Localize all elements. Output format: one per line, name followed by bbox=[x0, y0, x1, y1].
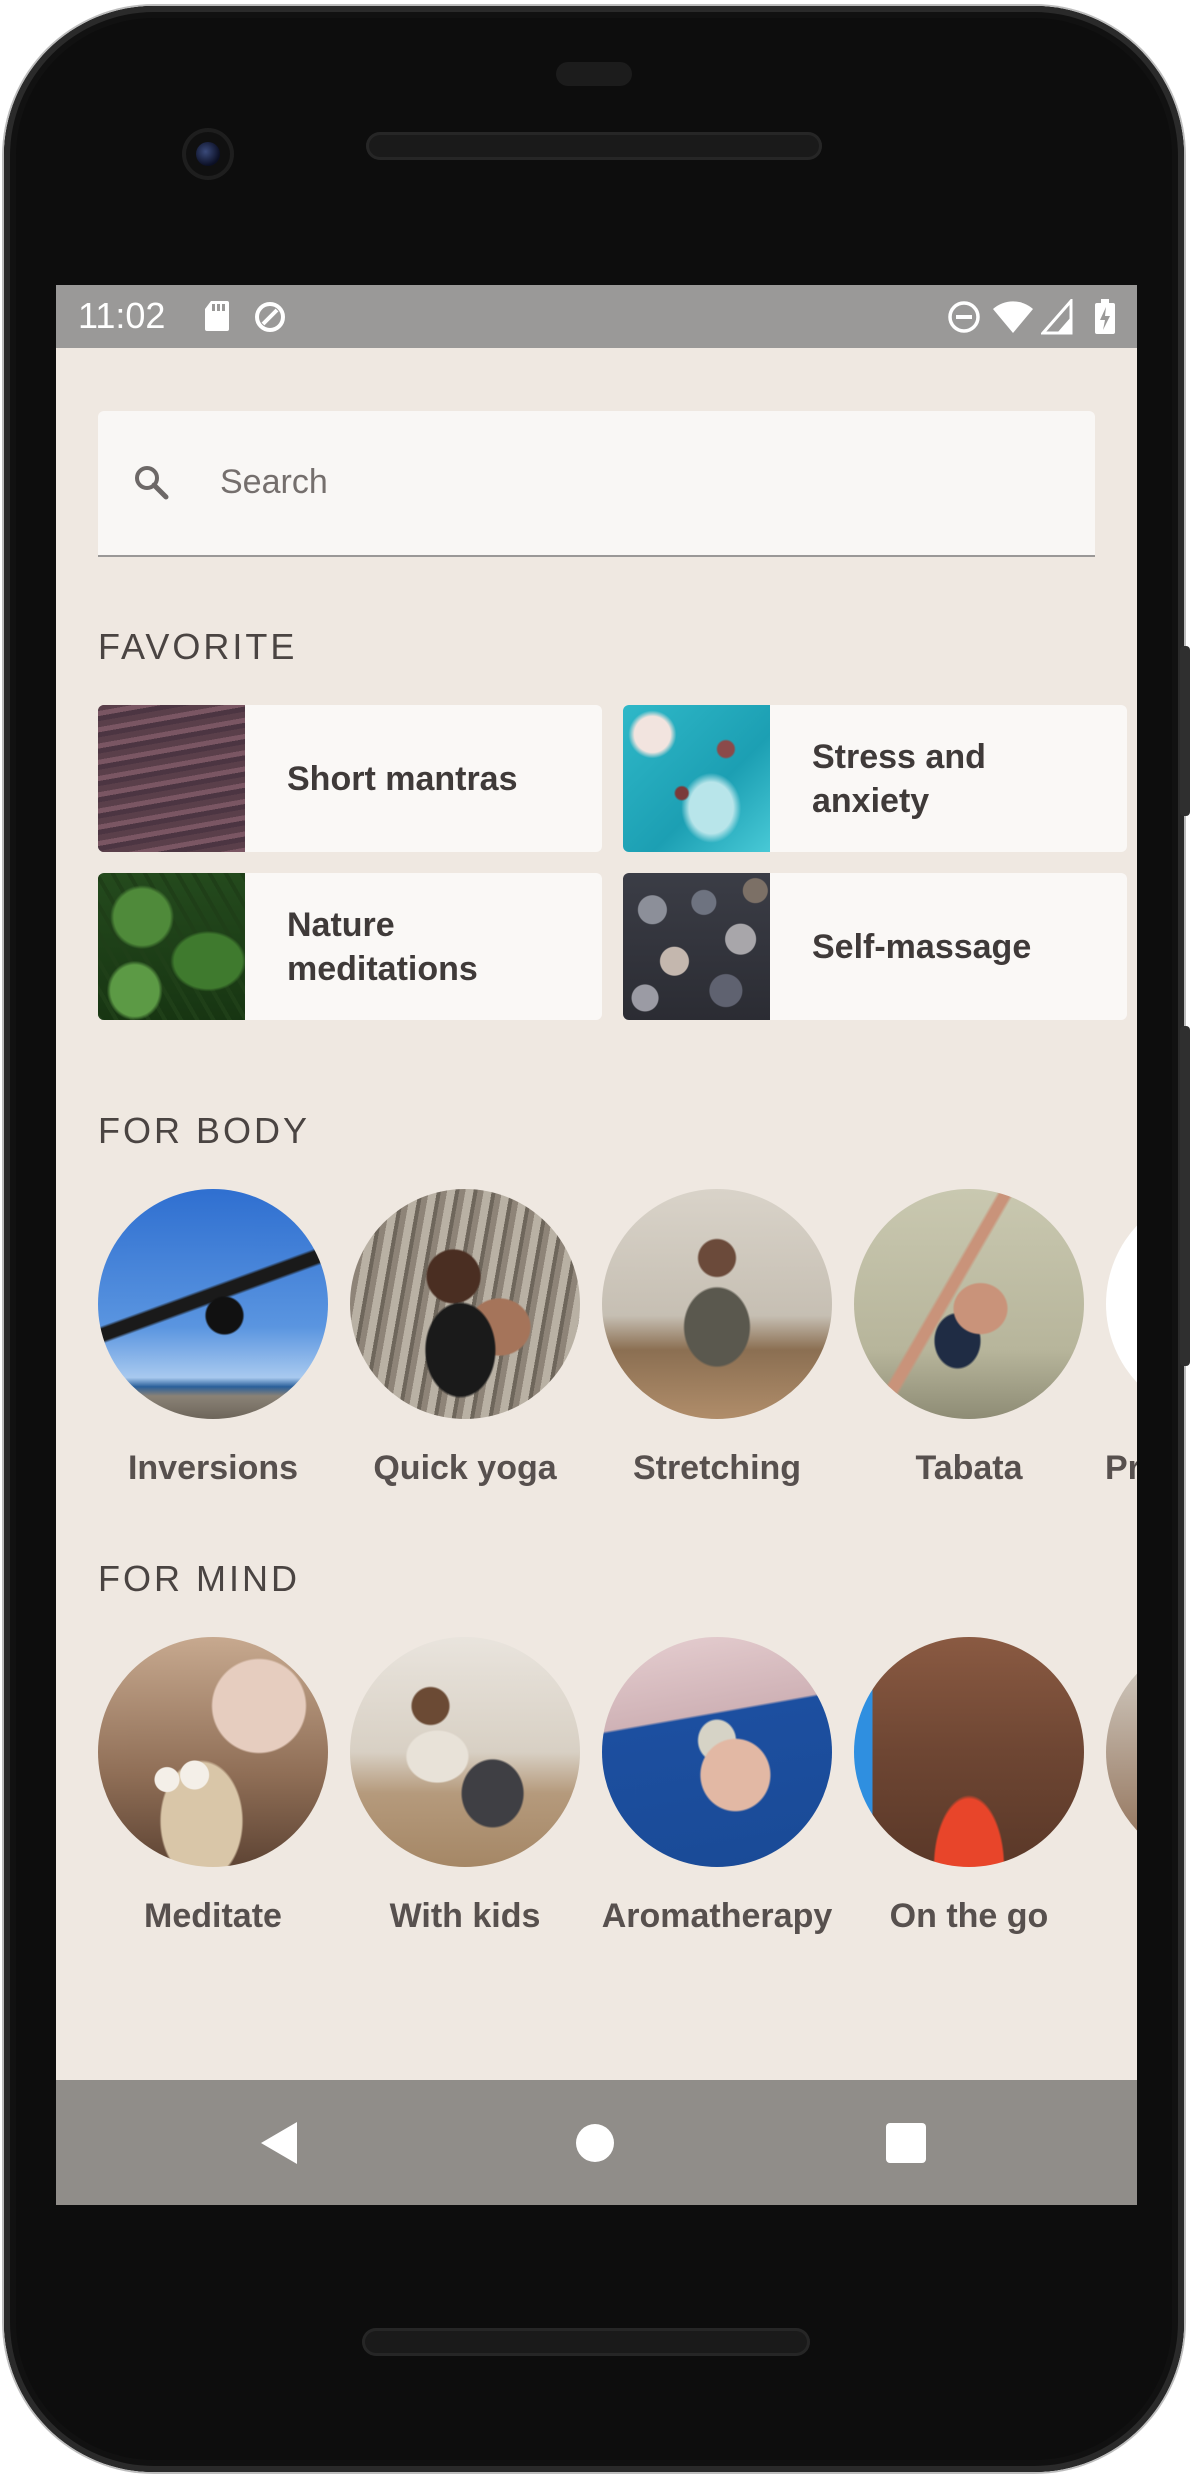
mind-item-on-the-go[interactable]: On the go bbox=[843, 1637, 1095, 1936]
body-item-label: Pr bbox=[1105, 1449, 1137, 1487]
mind-item-meditate[interactable]: Meditate bbox=[87, 1637, 339, 1936]
partial-image bbox=[1106, 1189, 1137, 1419]
top-speaker bbox=[366, 132, 822, 160]
favorite-card-stress-and-anxiety[interactable]: Stress and anxiety bbox=[623, 705, 1127, 852]
for-body-section-title: FOR BODY bbox=[98, 1110, 311, 1151]
mind-item-label: Aromatherapy bbox=[601, 1897, 833, 1935]
phone-frame: 11:02 Search FAVORITE Short mantras Stre… bbox=[4, 6, 1190, 2472]
wifi-icon bbox=[992, 299, 1034, 340]
mind-item-partial[interactable] bbox=[1095, 1637, 1137, 1897]
home-icon[interactable] bbox=[575, 2123, 615, 2168]
body-item-label: Inversions bbox=[127, 1449, 299, 1487]
bottom-speaker bbox=[362, 2328, 810, 2356]
data-saver-icon bbox=[252, 299, 288, 340]
front-camera bbox=[182, 128, 234, 180]
yoga-inversion-image bbox=[98, 1189, 328, 1419]
navigation-bar bbox=[56, 2080, 1137, 2205]
tabata-image bbox=[854, 1189, 1084, 1419]
candles-meditation-image bbox=[98, 1637, 328, 1867]
search-bar[interactable] bbox=[98, 411, 1095, 557]
red-rock-image bbox=[854, 1637, 1084, 1867]
sea-water-image bbox=[98, 705, 245, 852]
body-item-partial[interactable]: Pr bbox=[1095, 1189, 1137, 1488]
favorite-label: Self-massage bbox=[812, 927, 1032, 966]
favorite-label: Nature meditations bbox=[287, 905, 478, 988]
search-icon bbox=[132, 463, 172, 508]
body-item-stretching[interactable]: Stretching bbox=[591, 1189, 843, 1488]
status-bar: 11:02 bbox=[56, 285, 1137, 348]
partial-image bbox=[1106, 1637, 1137, 1867]
power-button bbox=[1180, 646, 1190, 816]
search-input[interactable] bbox=[218, 453, 1042, 511]
body-item-label: Stretching bbox=[632, 1449, 802, 1487]
favorite-card-self-massage[interactable]: Self-massage bbox=[623, 873, 1127, 1020]
for-mind-section-title: FOR MIND bbox=[98, 1558, 300, 1599]
volume-button bbox=[1180, 1026, 1190, 1366]
turquoise-water-image bbox=[623, 705, 770, 852]
sage-bundle-image bbox=[602, 1637, 832, 1867]
body-item-quick-yoga[interactable]: Quick yoga bbox=[339, 1189, 591, 1488]
mind-item-label: On the go bbox=[889, 1897, 1049, 1935]
body-item-inversions[interactable]: Inversions bbox=[87, 1189, 339, 1488]
stretching-image bbox=[602, 1189, 832, 1419]
body-item-tabata[interactable]: Tabata bbox=[843, 1189, 1095, 1488]
quick-yoga-image bbox=[350, 1189, 580, 1419]
mind-item-with-kids[interactable]: With kids bbox=[339, 1637, 591, 1936]
mind-item-label: Meditate bbox=[144, 1897, 282, 1935]
battery-charging-icon bbox=[1094, 299, 1116, 340]
recents-icon[interactable] bbox=[886, 2123, 926, 2168]
mind-item-label: With kids bbox=[389, 1897, 541, 1935]
favorite-label: Stress and anxiety bbox=[812, 737, 986, 820]
app-screen: 11:02 Search FAVORITE Short mantras Stre… bbox=[56, 285, 1137, 2205]
yoga-with-kids-image bbox=[350, 1637, 580, 1867]
favorite-section-title: FAVORITE bbox=[98, 626, 298, 667]
status-time: 11:02 bbox=[78, 295, 166, 336]
back-icon[interactable] bbox=[259, 2120, 299, 2171]
favorite-card-short-mantras[interactable]: Short mantras bbox=[98, 705, 602, 852]
sensor-notch bbox=[556, 62, 632, 86]
pebbles-image bbox=[623, 873, 770, 1020]
sd-card-icon bbox=[203, 299, 231, 338]
favorite-card-nature-meditations[interactable]: Nature meditations bbox=[98, 873, 602, 1020]
cellular-signal-icon bbox=[1039, 297, 1073, 340]
do-not-disturb-icon bbox=[946, 299, 982, 340]
mind-item-aromatherapy[interactable]: Aromatherapy bbox=[591, 1637, 843, 1936]
favorite-label: Short mantras bbox=[287, 759, 518, 798]
body-item-label: Quick yoga bbox=[373, 1449, 557, 1487]
monstera-leaves-image bbox=[98, 873, 245, 1020]
body-item-label: Tabata bbox=[915, 1449, 1023, 1487]
